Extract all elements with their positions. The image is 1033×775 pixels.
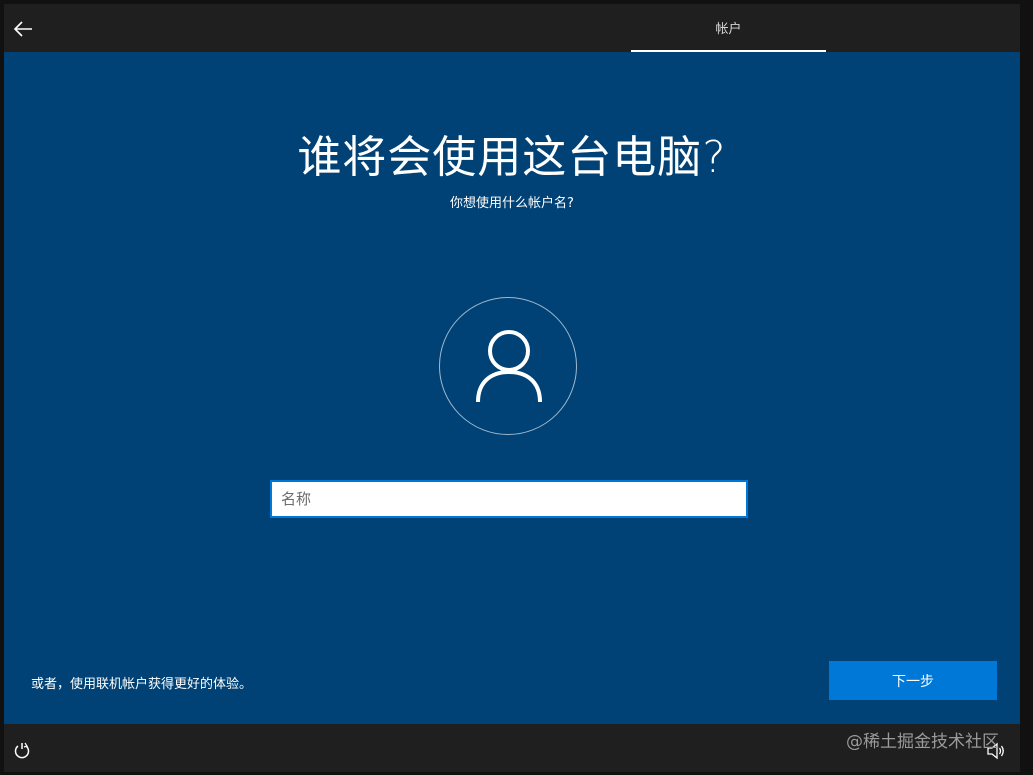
user-icon <box>476 330 542 403</box>
main-panel: 谁将会使用这台电脑? 你想使用什么帐户名? 或者，使用联机帐户获得更好的体验。 … <box>4 52 1020 724</box>
account-name-input[interactable] <box>270 480 748 518</box>
back-button[interactable] <box>8 14 38 44</box>
top-bar: 帐户 <box>4 4 1020 52</box>
online-account-link[interactable]: 或者，使用联机帐户获得更好的体验。 <box>31 673 252 692</box>
ease-of-access-icon[interactable] <box>12 741 32 761</box>
tab-account-label: 帐户 <box>715 21 742 37</box>
page-title: 谁将会使用这台电脑? <box>297 132 727 183</box>
watermark: @稀土掘金技术社区 <box>846 732 999 752</box>
oobe-window: 帐户 谁将会使用这台电脑? 你想使用什么帐户名? 或者，使用联机帐户获得更好的体… <box>4 4 1020 772</box>
back-arrow-icon <box>13 21 32 37</box>
avatar <box>439 297 577 435</box>
page-subtitle: 你想使用什么帐户名? <box>450 196 574 211</box>
next-button[interactable]: 下一步 <box>829 661 997 700</box>
tab-account[interactable]: 帐户 <box>631 4 826 52</box>
